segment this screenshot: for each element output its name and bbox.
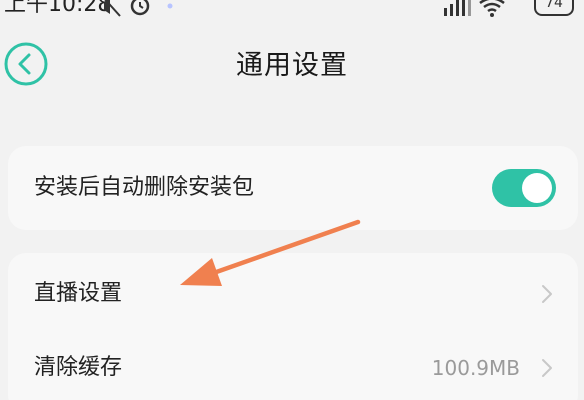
cache-size-value: 100.9MB	[431, 356, 520, 380]
battery-level: 74	[534, 0, 574, 16]
chevron-right-icon	[542, 285, 552, 303]
notification-dot-icon	[167, 3, 173, 9]
wifi-icon	[479, 0, 505, 17]
toggle-knob	[522, 173, 552, 203]
chevron-right-icon	[542, 359, 552, 377]
mute-icon	[104, 0, 121, 17]
auto-delete-row[interactable]: 安装后自动删除安装包	[8, 150, 578, 226]
live-settings-row[interactable]: 直播设置	[8, 255, 578, 331]
status-time: 上午10:28	[4, 0, 112, 17]
live-settings-label: 直播设置	[34, 281, 123, 306]
clear-cache-row[interactable]: 清除缓存 100.9MB	[8, 331, 578, 400]
settings-list-card: 直播设置 清除缓存 100.9MB	[8, 253, 578, 400]
auto-delete-label: 安装后自动删除安装包	[34, 175, 255, 200]
auto-delete-toggle[interactable]	[492, 169, 556, 207]
status-icons-left	[104, 0, 173, 17]
status-bar: 上午10:28 74	[0, 0, 584, 20]
page-title: 通用设置	[236, 50, 348, 81]
alarm-icon	[130, 0, 150, 16]
clear-cache-label: 清除缓存	[34, 355, 123, 380]
auto-delete-card: 安装后自动删除安装包	[8, 146, 578, 230]
general-settings-screen: 上午10:28 74 通用设置 安装后自动删除安装包 直播设置 清除缓存 100…	[0, 0, 584, 400]
signal-icon	[444, 0, 471, 16]
